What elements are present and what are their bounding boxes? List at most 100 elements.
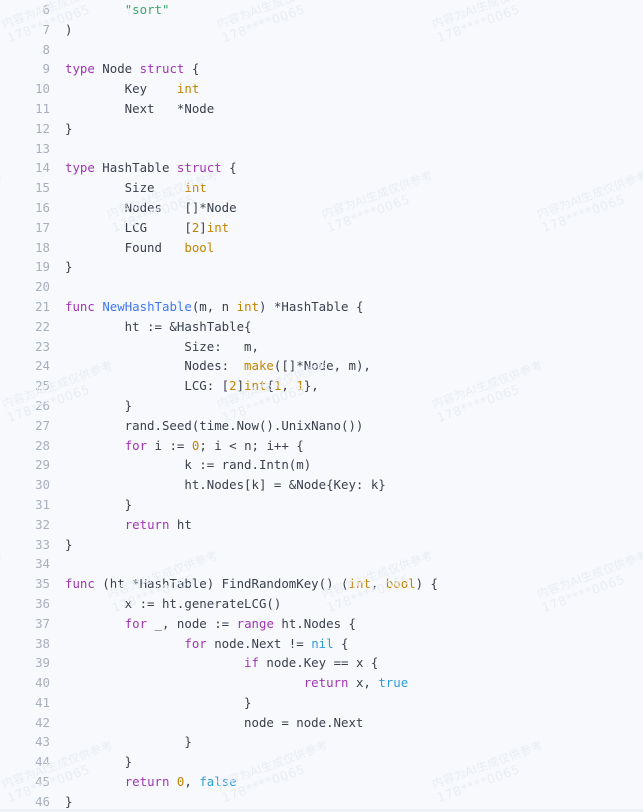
code-token: ) [65,21,73,37]
line-number: 43 [35,734,50,750]
code-line[interactable]: 8 [0,40,643,60]
code-token: } [65,397,133,413]
code-token: type [65,61,95,77]
line-number: 24 [35,358,50,374]
code-line[interactable]: 42 node = node.Next [0,713,643,733]
code-token: } [65,120,73,136]
code-line[interactable]: 38 for node.Next != nil { [0,634,643,654]
code-line[interactable]: 43 } [0,732,643,752]
line-number: 36 [35,595,50,611]
code-token: x := ht.generateLCG() [65,595,282,611]
code-line[interactable]: 24 Nodes: make([]*Node, m), [0,356,643,376]
line-content: Size: m, [65,337,643,357]
code-token: k := rand.Intn(m) [65,457,312,473]
code-token: 2 [229,378,237,394]
code-line[interactable]: 12} [0,119,643,139]
code-line[interactable]: 31 } [0,495,643,515]
code-line[interactable]: 29 k := rand.Intn(m) [0,455,643,475]
code-token: { [221,160,237,176]
code-line[interactable]: 15 Size int [0,178,643,198]
code-token: NewHashTable [102,298,192,314]
line-content: "sort" [65,0,643,20]
code-line[interactable]: 25 LCG: [2]int{1, 1}, [0,376,643,396]
code-line[interactable]: 9 type Node struct { [0,59,643,79]
code-line[interactable]: 18 Found bool [0,238,643,258]
line-number: 8 [42,41,50,57]
line-number: 37 [35,615,50,631]
code-token: , [184,774,200,790]
line-content: } [65,257,643,277]
code-token: struct [176,160,222,176]
code-token: node.Key == x { [258,655,379,671]
code-line[interactable]: 22 ht := &HashTable{ [0,317,643,337]
code-line[interactable]: 41 } [0,693,643,713]
line-content: rand.Seed(time.Now().UnixNano()) [65,416,643,436]
code-line[interactable]: 17 LCG [2]int [0,218,643,238]
code-line[interactable]: 27 rand.Seed(time.Now().UnixNano()) [0,416,643,436]
code-token: Node [94,61,140,77]
code-viewer[interactable]: 内容为AI生成仅供参考 178****0065 内容为AI生成仅供参考 178****… [0,0,643,812]
code-token: (m, n [191,298,237,314]
code-token: } [65,496,133,512]
code-line[interactable]: 28 for i := 0; i < n; i++ { [0,436,643,456]
line-number: 33 [35,536,50,552]
code-line[interactable]: 16 Nodes []*Node [0,198,643,218]
line-content: return ht [65,515,643,535]
code-line[interactable]: 40 return x, true [0,673,643,693]
line-content: for i := 0; i < n; i++ { [65,436,643,456]
line-number: 11 [35,100,50,116]
code-token: Next *Node [65,100,215,116]
code-line[interactable]: 11 Next *Node [0,99,643,119]
code-line[interactable]: 33} [0,535,643,555]
code-token: node.Next != [206,635,312,651]
code-line[interactable]: 44 } [0,752,643,772]
line-number: 28 [35,437,50,453]
code-token: if [244,655,259,671]
code-line[interactable]: 6 "sort" [0,0,643,20]
code-line[interactable]: 7) [0,20,643,40]
code-line[interactable]: 45 return 0, false [0,772,643,792]
line-number: 16 [35,199,50,215]
line-content: Key int [65,79,643,99]
code-token: i := [147,437,192,453]
code-line[interactable]: 37 for _, node := range ht.Nodes { [0,614,643,634]
code-token: } [65,754,133,770]
code-line[interactable]: 13 [0,139,643,159]
code-line[interactable]: 30 ht.Nodes[k] = &Node{Key: k} [0,475,643,495]
code-line[interactable]: 21 func NewHashTable(m, n int) *HashTable… [0,297,643,317]
code-line[interactable]: 19} [0,257,643,277]
line-number: 14 [35,160,50,176]
line-number: 18 [35,239,50,255]
code-token: for [124,437,148,453]
line-content: func NewHashTable(m, n int) *HashTable { [65,297,643,317]
line-number: 12 [35,120,50,136]
code-token: rand.Seed(time.Now().UnixNano()) [65,417,364,433]
code-token: ) *HashTable { [259,298,364,314]
line-content: type HashTable struct { [65,158,643,178]
line-number: 29 [35,457,50,473]
code-token: int [206,219,230,235]
line-number: 25 [35,378,50,394]
code-token: func [65,298,95,314]
code-line[interactable]: 23 Size: m, [0,337,643,357]
code-token: LCG [ [65,219,192,235]
line-content: node = node.Next [65,713,643,733]
code-token: for [124,615,148,631]
code-line[interactable]: 20 [0,277,643,297]
code-line[interactable]: 14 type HashTable struct { [0,158,643,178]
code-line[interactable]: 10 Key int [0,79,643,99]
line-content: } [65,535,643,555]
code-line-list: 6 "sort" 7) 8 9 type Node struct {10 Key int… [0,0,643,812]
line-content: ht := &HashTable{ [65,317,643,337]
code-token: Nodes []*Node [65,199,237,215]
line-number: 32 [35,516,50,532]
code-token: (ht *HashTable) FindRandomKey() ( [94,576,349,592]
code-line[interactable]: 26 } [0,396,643,416]
code-line[interactable]: 32 return ht [0,515,643,535]
line-content: } [65,495,643,515]
code-line[interactable]: 34 [0,554,643,574]
code-line[interactable]: 36 x := ht.generateLCG() [0,594,643,614]
code-line[interactable]: 39 if node.Key == x { [0,653,643,673]
code-line[interactable]: 35 func (ht *HashTable) FindRandomKey() (… [0,574,643,594]
